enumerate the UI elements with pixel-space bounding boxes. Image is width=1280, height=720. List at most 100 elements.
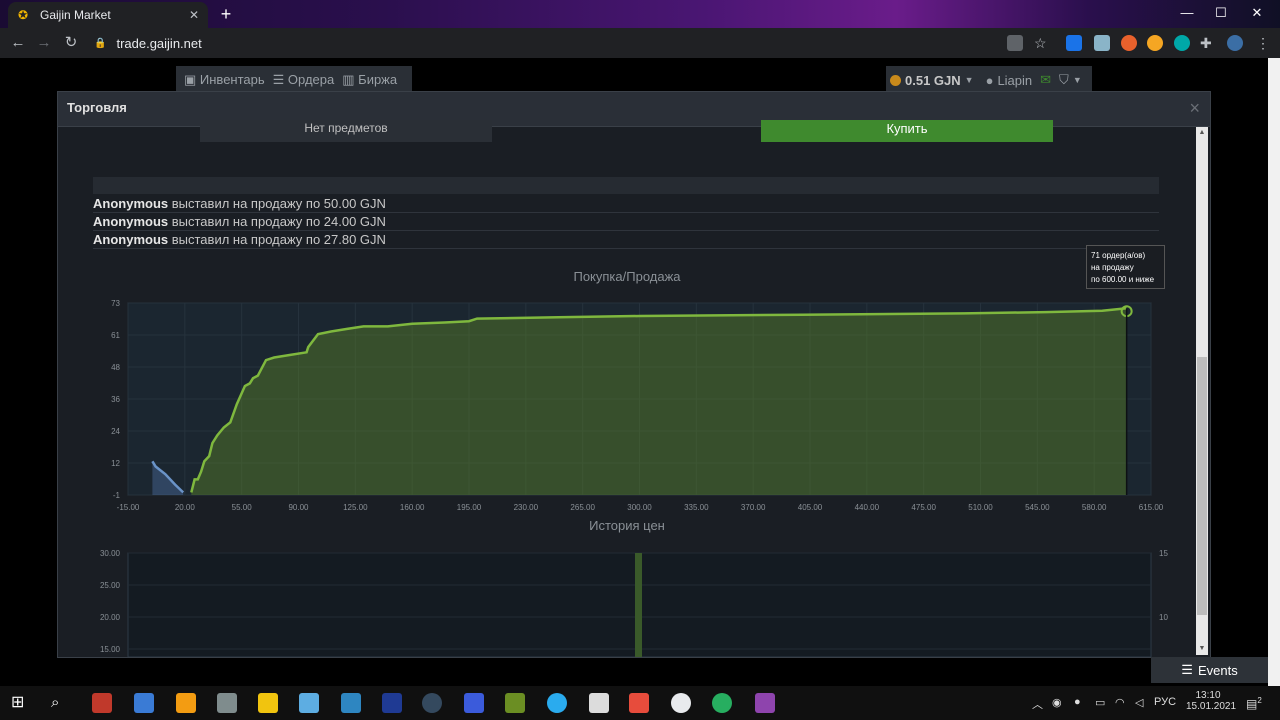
app-icon[interactable] [589, 693, 609, 713]
winrar-icon[interactable] [92, 693, 112, 713]
y-tick-label-right: 15 [1159, 549, 1168, 558]
profile-avatar-icon[interactable] [1227, 35, 1243, 51]
user-icon: ● [985, 72, 994, 88]
list-item: Anonymous выставил на продажу по 24.00 G… [93, 213, 1159, 231]
username[interactable]: Liapin [997, 73, 1032, 88]
extension-new-icon[interactable] [1066, 35, 1082, 51]
language-indicator[interactable]: РУС [1154, 696, 1176, 708]
modal-scrollbar[interactable]: ▲ ▼ [1196, 127, 1208, 655]
reload-icon[interactable]: ↻ [61, 33, 81, 53]
explorer-icon[interactable] [258, 693, 278, 713]
nav-exchange[interactable]: ▥ Биржа [342, 72, 397, 88]
devc-icon[interactable] [382, 693, 402, 713]
bookmark-star-icon[interactable]: ☆ [1034, 35, 1048, 51]
no-items-button[interactable]: Нет предметов [200, 120, 492, 142]
tray-discord-icon[interactable]: ◉ [1052, 696, 1062, 709]
feed-user: Anonymous [93, 196, 169, 211]
clock[interactable]: 13:10 15.01.2021 [1186, 690, 1236, 712]
extension-vpn-icon[interactable] [1174, 35, 1190, 51]
list-item: Anonymous выставил на продажу по 50.00 G… [93, 195, 1159, 213]
nav-inventory[interactable]: ▣ Инвентарь [184, 72, 265, 88]
volume-icon[interactable]: ◁ [1135, 696, 1143, 709]
x-tick-label: 510.00 [968, 503, 993, 512]
notifications-icon[interactable]: ▤2 [1246, 696, 1262, 711]
computer-icon[interactable] [134, 693, 154, 713]
feed-user: Anonymous [93, 232, 169, 247]
gjn-coin-icon [890, 74, 901, 86]
y-tick-label: -1 [113, 491, 121, 500]
steam-icon[interactable] [422, 693, 442, 713]
ftp-icon[interactable] [712, 693, 732, 713]
monitor-icon[interactable] [464, 693, 484, 713]
tray-chevron-icon[interactable]: ︿ [1032, 696, 1043, 712]
forward-icon[interactable]: → [34, 33, 54, 53]
sublime-icon[interactable] [176, 693, 196, 713]
x-tick-label: 125.00 [343, 503, 368, 512]
battery-icon[interactable]: ▭ [1095, 696, 1105, 709]
chrome-icon[interactable] [671, 693, 691, 713]
translate-icon[interactable] [1007, 35, 1023, 51]
browser-tab[interactable]: ✪ Gaijin Market ✕ [8, 2, 208, 28]
x-tick-label: 55.00 [232, 503, 253, 512]
sell-area [191, 308, 1127, 495]
wifi-icon[interactable]: ◠ [1115, 696, 1125, 709]
x-tick-label: -15.00 [117, 503, 140, 512]
chart-title: История цен [589, 518, 665, 533]
notes-icon[interactable] [299, 693, 319, 713]
y-tick-label-left: 20.00 [100, 613, 121, 622]
tray-app-icon[interactable]: ● [1074, 696, 1081, 708]
events-label: Events [1197, 662, 1238, 678]
x-tick-label: 405.00 [798, 503, 823, 512]
telegram-icon[interactable] [547, 693, 567, 713]
x-tick-label: 440.00 [855, 503, 880, 512]
chart-title: Покупка/Продажа [573, 269, 681, 284]
new-tab-icon[interactable]: + [216, 4, 236, 24]
events-button[interactable]: ☰ Events [1151, 657, 1268, 683]
window-close-icon[interactable]: ✕ [1234, 0, 1280, 28]
menu-dots-icon[interactable]: ⋮ [1256, 35, 1272, 51]
folder-tool-icon[interactable] [217, 693, 237, 713]
minecraft-icon[interactable] [505, 693, 525, 713]
x-tick-label: 545.00 [1025, 503, 1050, 512]
omnibox[interactable]: 🔒 trade.gaijin.net [92, 31, 1062, 55]
notification-count: 2 [1257, 696, 1262, 705]
modal-close-icon[interactable]: × [1189, 98, 1200, 119]
modal-scroll-thumb[interactable] [1197, 357, 1207, 615]
x-tick-label: 335.00 [684, 503, 709, 512]
extensions-puzzle-icon[interactable]: ✚ [1200, 35, 1216, 51]
extension-icon[interactable] [1094, 35, 1110, 51]
mail-icon[interactable]: ✉ [1040, 72, 1051, 88]
page-scrollbar[interactable] [1268, 58, 1280, 686]
x-tick-label: 230.00 [514, 503, 539, 512]
tab-close-icon[interactable]: ✕ [186, 8, 202, 22]
windows-start-icon[interactable]: ⊞ [11, 693, 31, 713]
extension-play-icon[interactable] [1147, 35, 1163, 51]
price-history-chart[interactable]: История цен 30.00 25.00 20.00 15.00 15 10 [58, 517, 1196, 657]
search-icon[interactable]: ⌕ [51, 693, 71, 713]
tooltip-line: 71 ордер(а/ов) [1091, 251, 1146, 260]
modal-title: Торговля [67, 100, 127, 115]
depth-chart[interactable]: Покупка/Продажа -15.00 20.00 55.00 90.00 125.… [58, 262, 1196, 517]
scroll-up-icon[interactable]: ▲ [1196, 127, 1208, 139]
scroll-down-icon[interactable]: ▼ [1196, 643, 1208, 655]
feed-text: выставил на продажу по 24.00 GJN [171, 214, 386, 229]
app-red-icon[interactable] [629, 693, 649, 713]
app-purple-icon[interactable] [755, 693, 775, 713]
balance-dropdown-icon[interactable]: ▼ [965, 75, 974, 85]
x-tick-label: 265.00 [570, 503, 595, 512]
account-dropdown-icon[interactable]: ▼ [1073, 75, 1082, 85]
y-tick-label: 48 [111, 363, 120, 372]
nav-orders[interactable]: ☰ Ордера [273, 72, 335, 88]
balance[interactable]: 0.51 GJN [905, 73, 961, 88]
extension-fire-icon[interactable] [1121, 35, 1137, 51]
tab-title: Gaijin Market [40, 8, 111, 22]
buy-button[interactable]: Купить [761, 120, 1053, 142]
y-tick-label-left: 15.00 [100, 645, 121, 654]
x-tick-label: 580.00 [1082, 503, 1107, 512]
back-icon[interactable]: ← [8, 33, 28, 53]
shield-icon[interactable]: ⛉ [1059, 72, 1069, 88]
mail-icon[interactable] [341, 693, 361, 713]
feed-header [93, 177, 1159, 194]
gaijin-favicon-icon: ✪ [18, 8, 29, 22]
x-tick-label: 195.00 [457, 503, 482, 512]
